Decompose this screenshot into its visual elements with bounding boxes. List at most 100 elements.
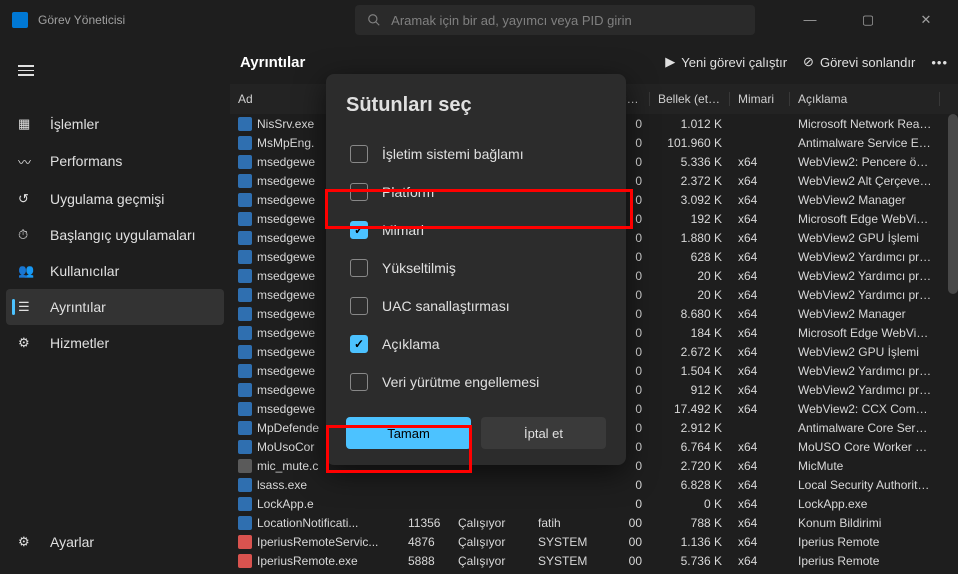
arch-cell: x64 [730,231,790,245]
column-option[interactable]: Yükseltilmiş [346,249,606,287]
cancel-button[interactable]: İptal et [481,417,606,449]
process-name: msedgewe [257,193,315,207]
process-icon [238,307,252,321]
process-name: msedgewe [257,402,315,416]
desc-cell: WebView2 Yardımcı pro... [790,250,940,264]
table-row[interactable]: LockApp.e00 Kx64LockApp.exe [230,494,958,513]
desc-cell: Antimalware Core Service [790,421,940,435]
checkbox[interactable] [350,373,368,391]
process-icon [238,383,252,397]
maximize-button[interactable]: ▢ [848,12,888,28]
process-name: msedgewe [257,307,315,321]
nav-processes[interactable]: ▦İşlemler [6,106,224,142]
table-row[interactable]: IperiusRemoteServic...4876ÇalışıyorSYSTE… [230,532,958,551]
column-option[interactable]: Veri yürütme engellemesi [346,363,606,401]
nav-startup[interactable]: ⏱Başlangıç uygulamaları [6,217,224,253]
sidebar: ▦İşlemler 〰Performans ↺Uygulama geçmişi … [0,40,230,574]
desc-cell: WebView2 Manager [790,193,940,207]
table-row[interactable]: IperiusRemote.exe5888ÇalışıyorSYSTEM005.… [230,551,958,570]
scrollbar[interactable] [948,114,958,294]
checkbox[interactable] [350,259,368,277]
arch-cell: x64 [730,250,790,264]
arch-cell: x64 [730,516,790,530]
users-icon: 👥 [18,263,36,279]
nav-performance[interactable]: 〰Performans [6,142,224,181]
process-name: msedgewe [257,231,315,245]
process-icon [238,117,252,131]
checkbox[interactable] [350,335,368,353]
process-icon [238,155,252,169]
arch-cell: x64 [730,459,790,473]
cpu-cell: 00 [610,535,650,549]
desc-cell: MicMute [790,459,940,473]
desc-cell: Microsoft Edge WebVie... [790,326,940,340]
nav-settings[interactable]: ⚙Ayarlar [6,524,224,560]
dialog-title: Sütunları seç [346,94,606,117]
search-box[interactable]: Aramak için bir ad, yayımcı veya PID gir… [355,5,755,35]
column-option[interactable]: UAC sanallaştırması [346,287,606,325]
checkbox[interactable] [350,221,368,239]
column-option[interactable]: İşletim sistemi bağlamı [346,135,606,173]
cpu-cell: 0 [610,478,650,492]
process-name: MoUsoCor [257,440,314,454]
process-name: msedgewe [257,364,315,378]
process-icon [238,269,252,283]
arch-cell: x64 [730,269,790,283]
desc-cell: LockApp.exe [790,497,940,511]
end-task[interactable]: ⊘Görevi sonlandır [803,54,915,70]
process-name: msedgewe [257,383,315,397]
window-controls: — ▢ ✕ [790,12,946,28]
run-new-task[interactable]: ▶Yeni görevi çalıştır [665,54,787,70]
status-cell: Çalışıyor [450,516,530,530]
nav-users[interactable]: 👥Kullanıcılar [6,253,224,289]
desc-cell: WebView2 Manager [790,307,940,321]
mem-cell: 3.092 K [650,193,730,207]
desc-cell: Iperius Remote [790,554,940,568]
nav-history[interactable]: ↺Uygulama geçmişi [6,181,224,217]
mem-cell: 17.492 K [650,402,730,416]
desc-cell: WebView2 Yardımcı pro... [790,383,940,397]
table-row[interactable]: LocationNotificati...11356Çalışıyorfatih… [230,513,958,532]
checkbox[interactable] [350,183,368,201]
checkbox[interactable] [350,297,368,315]
column-option[interactable]: Platform [346,173,606,211]
col-desc[interactable]: Açıklama [790,92,940,106]
process-icon [238,364,252,378]
desc-cell: WebView2 Alt Çerçeve: ... [790,174,940,188]
mem-cell: 1.136 K [650,535,730,549]
process-name: IperiusRemote.exe [257,554,358,568]
process-icon [238,478,252,492]
user-cell: SYSTEM [530,554,610,568]
minimize-button[interactable]: — [790,12,830,28]
speed-icon: ⏱ [18,227,36,243]
col-arch[interactable]: Mimari [730,92,790,106]
arch-cell: x64 [730,364,790,378]
more-button[interactable]: ••• [931,55,948,70]
ok-button[interactable]: Tamam [346,417,471,449]
process-name: msedgewe [257,269,315,283]
search-icon [367,13,381,27]
cpu-cell: 00 [610,516,650,530]
app-title: Görev Yöneticisi [38,13,125,27]
option-label: Mimari [382,222,424,238]
process-icon [238,554,252,568]
nav-details[interactable]: ☰Ayrıntılar [6,289,224,325]
nav-services[interactable]: ⚙Hizmetler [6,325,224,361]
grid-icon: ▦ [18,116,36,132]
arch-cell: x64 [730,174,790,188]
column-option[interactable]: Açıklama [346,325,606,363]
pid-cell: 11356 [400,516,450,530]
arch-cell: x64 [730,212,790,226]
option-label: Açıklama [382,336,440,352]
col-memory[interactable]: Bellek (etki... [650,92,730,106]
checkbox[interactable] [350,145,368,163]
arch-cell: x64 [730,307,790,321]
column-option[interactable]: Mimari [346,211,606,249]
mem-cell: 6.764 K [650,440,730,454]
table-row[interactable]: lsass.exe06.828 Kx64Local Security Autho… [230,475,958,494]
process-name: msedgewe [257,326,315,340]
close-button[interactable]: ✕ [906,12,946,28]
desc-cell: WebView2 Yardımcı pro... [790,364,940,378]
process-name: msedgewe [257,155,315,169]
hamburger-button[interactable] [6,54,224,90]
